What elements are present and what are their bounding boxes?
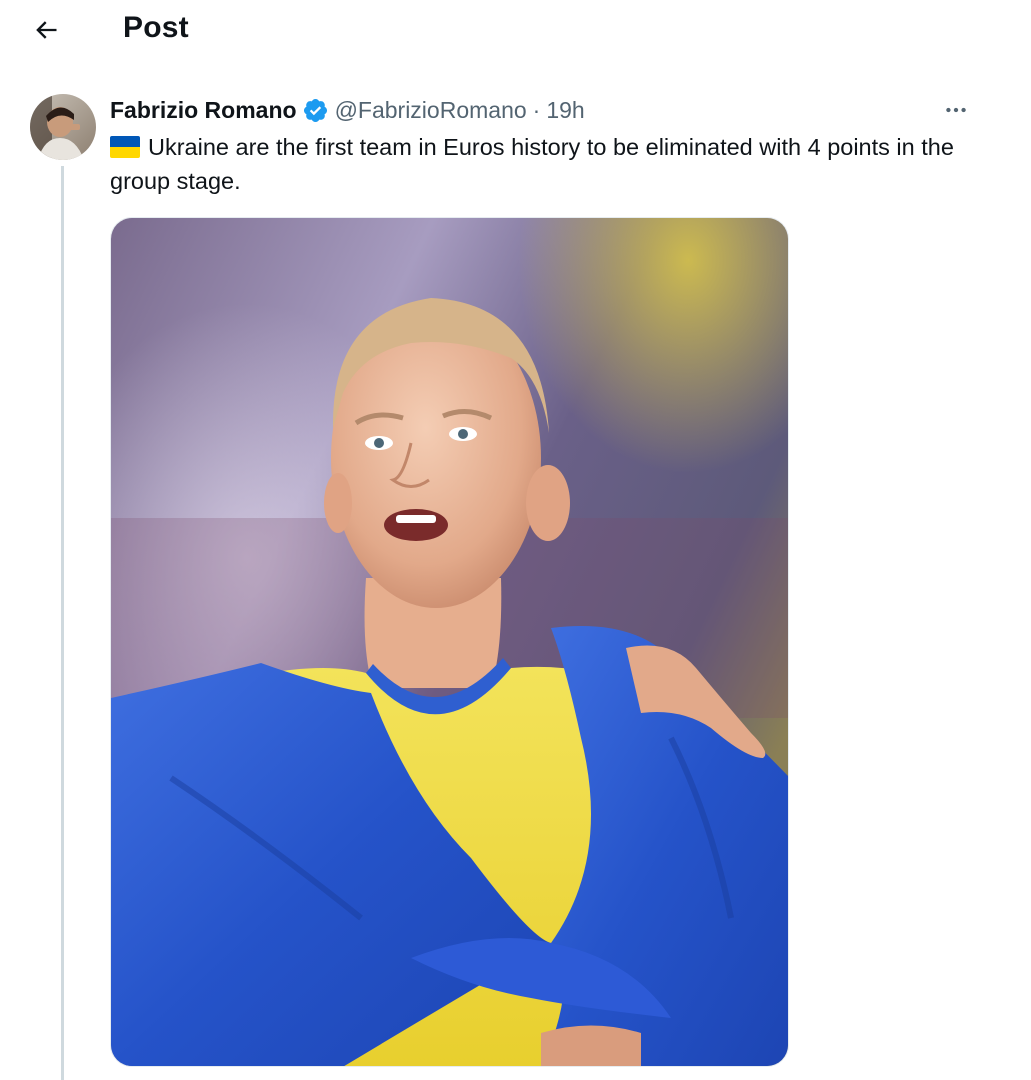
author-handle[interactable]: @FabrizioRomano <box>335 97 527 124</box>
avatar-image <box>30 94 96 160</box>
avatar[interactable] <box>30 94 96 160</box>
post-header: Fabrizio Romano @FabrizioRomano · 19h <box>110 94 585 126</box>
back-button[interactable] <box>24 10 68 50</box>
post-time[interactable]: 19h <box>546 97 584 124</box>
arrow-left-icon <box>36 21 57 39</box>
thread-line <box>61 166 64 1080</box>
page-title: Post <box>123 11 189 44</box>
post-text: Ukraine are the first team in Euros hist… <box>110 134 954 194</box>
more-horizontal-icon <box>946 107 966 113</box>
post-text-container: Ukraine are the first team in Euros hist… <box>110 130 990 198</box>
ukraine-flag-icon <box>110 136 140 158</box>
separator-dot: · <box>532 96 541 123</box>
author-name[interactable]: Fabrizio Romano <box>110 97 297 124</box>
more-options-button[interactable] <box>938 92 974 128</box>
player-photo <box>111 218 788 1066</box>
top-bar: Post <box>0 0 1031 62</box>
verified-badge-icon[interactable] <box>302 97 329 124</box>
post-image[interactable] <box>110 217 789 1067</box>
